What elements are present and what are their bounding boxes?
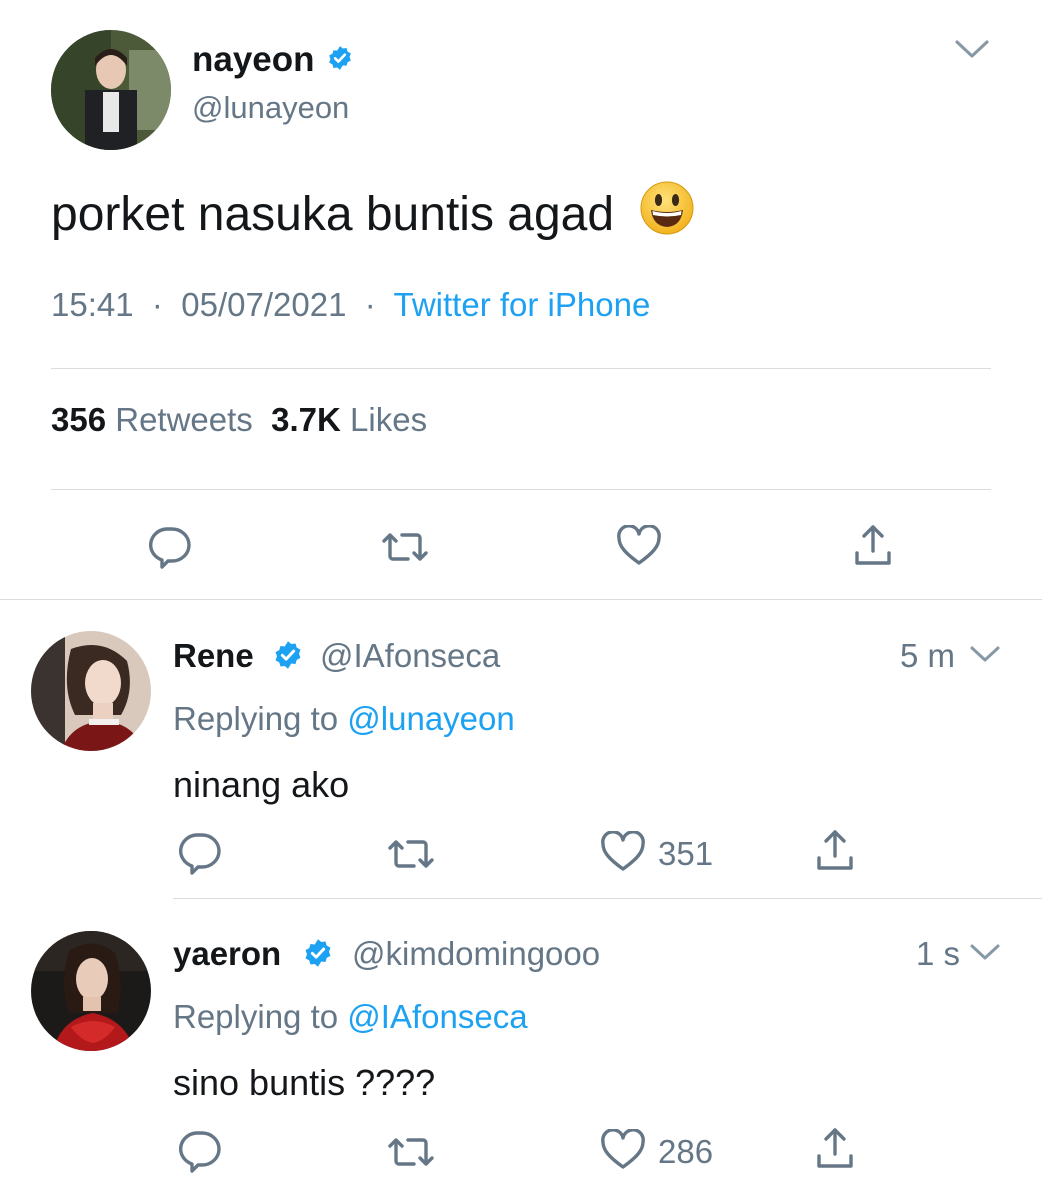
retweet-count: 356 bbox=[51, 401, 107, 438]
reply-text: ninang ako bbox=[173, 764, 350, 805]
likes-label: Likes bbox=[350, 401, 428, 438]
tweet-meta: 15:41 · 05/07/2021 · Twitter for iPhone bbox=[51, 286, 650, 324]
retweet-icon[interactable] bbox=[386, 1132, 436, 1172]
share-icon[interactable] bbox=[812, 826, 858, 874]
tweet-date: 05/07/2021 bbox=[181, 286, 347, 323]
divider bbox=[51, 368, 991, 369]
tweet-stats: 356 Retweets 3.7K Likes bbox=[51, 401, 427, 439]
smiley-emoji bbox=[639, 180, 695, 248]
replying-to-label: Replying to bbox=[173, 998, 339, 1035]
reply-icon[interactable] bbox=[176, 1129, 222, 1173]
likes-stat[interactable]: 3.7K Likes bbox=[271, 401, 427, 438]
avatar-yaeron[interactable] bbox=[31, 931, 151, 1051]
avatar-nayeon[interactable] bbox=[51, 30, 171, 150]
meta-dot: · bbox=[142, 286, 173, 323]
tweet-source-link[interactable]: Twitter for iPhone bbox=[394, 286, 651, 323]
retweet-icon[interactable] bbox=[386, 834, 436, 874]
share-icon[interactable] bbox=[812, 1124, 858, 1172]
divider bbox=[173, 898, 1042, 899]
author-handle[interactable]: @lunayeon bbox=[192, 90, 349, 126]
reply-time: 1 s bbox=[916, 935, 961, 972]
tweet-text-body: porket nasuka buntis agad bbox=[51, 188, 615, 241]
reply-author-handle[interactable]: @IAfonseca bbox=[320, 637, 500, 675]
verified-badge-icon bbox=[273, 640, 303, 670]
reply-author-name[interactable]: yaeron bbox=[173, 935, 281, 973]
like-icon[interactable] bbox=[599, 1129, 647, 1171]
replying-to: Replying to @IAfonseca bbox=[173, 998, 528, 1036]
verified-badge-icon bbox=[327, 45, 353, 71]
share-icon[interactable] bbox=[850, 521, 896, 569]
tweet-time: 15:41 bbox=[51, 286, 134, 323]
like-count: 3.7K bbox=[271, 401, 341, 438]
reply-text: sino buntis ???? bbox=[173, 1062, 436, 1103]
avatar-rene[interactable] bbox=[31, 631, 151, 751]
like-count: 351 bbox=[658, 835, 714, 872]
replying-to: Replying to @lunayeon bbox=[173, 700, 515, 738]
retweets-stat[interactable]: 356 Retweets bbox=[51, 401, 253, 438]
reply-icon[interactable] bbox=[146, 525, 192, 569]
chevron-down-icon[interactable] bbox=[968, 941, 1002, 963]
divider bbox=[51, 489, 991, 490]
reply-author-name[interactable]: Rene bbox=[173, 637, 254, 675]
like-count: 286 bbox=[658, 1133, 714, 1170]
replying-to-handle[interactable]: @IAfonseca bbox=[347, 998, 527, 1035]
retweet-icon[interactable] bbox=[380, 527, 430, 567]
chevron-down-icon[interactable] bbox=[968, 643, 1002, 665]
divider bbox=[0, 599, 1042, 600]
replying-to-handle[interactable]: @lunayeon bbox=[347, 700, 514, 737]
retweets-label: Retweets bbox=[115, 401, 253, 438]
author-name[interactable]: nayeon bbox=[192, 40, 315, 80]
reply-author-handle[interactable]: @kimdomingooo bbox=[352, 935, 600, 973]
tweet-text: porket nasuka buntis agad bbox=[51, 180, 695, 248]
chevron-down-icon[interactable] bbox=[952, 36, 992, 62]
like-icon[interactable] bbox=[599, 831, 647, 873]
reply-icon[interactable] bbox=[176, 831, 222, 875]
like-icon[interactable] bbox=[615, 525, 663, 567]
replying-to-label: Replying to bbox=[173, 700, 339, 737]
verified-badge-icon bbox=[303, 938, 333, 968]
reply-time: 5 m bbox=[900, 637, 956, 674]
meta-dot: · bbox=[355, 286, 385, 323]
